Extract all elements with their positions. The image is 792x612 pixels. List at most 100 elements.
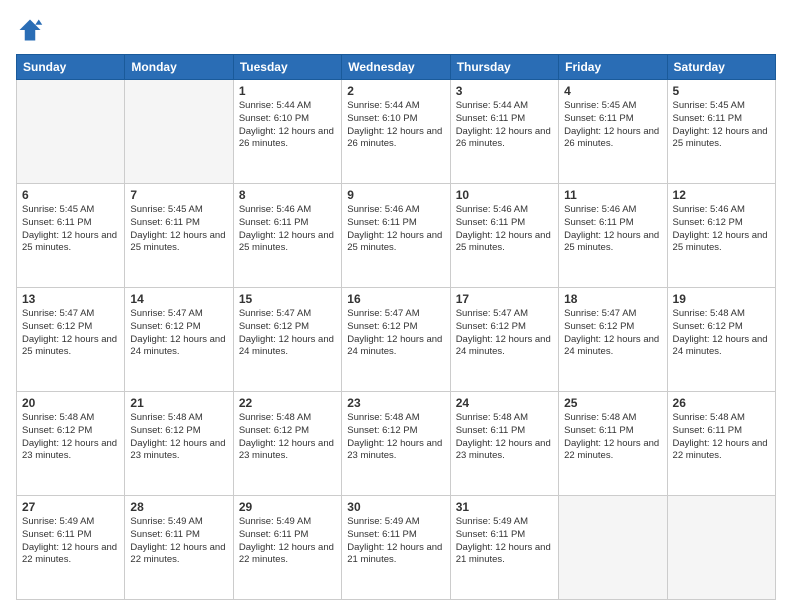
calendar-cell: 2Sunrise: 5:44 AM Sunset: 6:10 PM Daylig… <box>342 80 450 184</box>
calendar-cell: 25 Sunrise: 5:48 AM Sunset: 6:11 PM Dayli… <box>559 392 667 496</box>
day-number: 31 <box>456 500 553 514</box>
day-number: 27 <box>22 500 119 514</box>
day-info: Sunrise: 5:48 AM Sunset: 6:11 PM Dayligh… <box>673 412 770 463</box>
day-number: 28 <box>130 500 227 514</box>
day-info: Sunrise: 5:47 AM Sunset: 6:12 PM Dayligh… <box>456 308 553 359</box>
calendar-week-1: 1 Sunrise: 5:44 AM Sunset: 6:10 PM Daylig… <box>17 80 776 184</box>
day-info: Sunrise: 5:49 AM Sunset: 6:11 PM Dayligh… <box>130 516 227 567</box>
day-number: 30 <box>347 500 444 514</box>
logo <box>16 16 48 44</box>
calendar-header-monday: Monday <box>125 55 233 80</box>
calendar-cell: 9Sunrise: 5:46 AM Sunset: 6:11 PM Daylig… <box>342 184 450 288</box>
day-number: 22 <box>239 396 336 410</box>
day-number: 29 <box>239 500 336 514</box>
day-info: Sunrise: 5:46 AM Sunset: 6:11 PM Dayligh… <box>456 204 553 255</box>
day-info: Sunrise: 5:48 AM Sunset: 6:12 PM Dayligh… <box>347 412 444 463</box>
day-number: 13 <box>22 292 119 306</box>
calendar-cell: 6 Sunrise: 5:45 AM Sunset: 6:11 PM Daylig… <box>17 184 125 288</box>
day-info: Sunrise: 5:48 AM Sunset: 6:12 PM Dayligh… <box>673 308 770 359</box>
calendar-cell: 4 Sunrise: 5:45 AM Sunset: 6:11 PM Daylig… <box>559 80 667 184</box>
day-info: Sunrise: 5:44 AM Sunset: 6:10 PM Dayligh… <box>239 100 336 151</box>
calendar-cell: 12 Sunrise: 5:46 AM Sunset: 6:12 PM Dayli… <box>667 184 775 288</box>
calendar-cell: 29 Sunrise: 5:49 AM Sunset: 6:11 PM Dayli… <box>233 496 341 600</box>
day-info: Sunrise: 5:46 AM Sunset: 6:11 PM Dayligh… <box>564 204 661 255</box>
day-number: 21 <box>130 396 227 410</box>
calendar-cell: 21 Sunrise: 5:48 AM Sunset: 6:12 PM Dayli… <box>125 392 233 496</box>
calendar-cell: 26 Sunrise: 5:48 AM Sunset: 6:11 PM Dayli… <box>667 392 775 496</box>
day-info: Sunrise: 5:47 AM Sunset: 6:12 PM Dayligh… <box>564 308 661 359</box>
day-info: Sunrise: 5:48 AM Sunset: 6:12 PM Dayligh… <box>22 412 119 463</box>
day-info: Sunrise: 5:45 AM Sunset: 6:11 PM Dayligh… <box>130 204 227 255</box>
day-number: 3 <box>456 84 553 98</box>
day-number: 8 <box>239 188 336 202</box>
day-number: 25 <box>564 396 661 410</box>
day-number: 16 <box>347 292 444 306</box>
day-info: Sunrise: 5:44 AM Sunset: 6:11 PM Dayligh… <box>456 100 553 151</box>
day-number: 1 <box>239 84 336 98</box>
day-info: Sunrise: 5:46 AM Sunset: 6:11 PM Dayligh… <box>239 204 336 255</box>
day-info: Sunrise: 5:48 AM Sunset: 6:11 PM Dayligh… <box>456 412 553 463</box>
calendar-cell: 24 Sunrise: 5:48 AM Sunset: 6:11 PM Dayli… <box>450 392 558 496</box>
calendar-cell: 3 Sunrise: 5:44 AM Sunset: 6:11 PM Daylig… <box>450 80 558 184</box>
calendar-cell: 15 Sunrise: 5:47 AM Sunset: 6:12 PM Dayli… <box>233 288 341 392</box>
calendar-cell: 23 Sunrise: 5:48 AM Sunset: 6:12 PM Dayli… <box>342 392 450 496</box>
calendar-cell: 18 Sunrise: 5:47 AM Sunset: 6:12 PM Dayli… <box>559 288 667 392</box>
calendar-cell: 14 Sunrise: 5:47 AM Sunset: 6:12 PM Dayli… <box>125 288 233 392</box>
day-info: Sunrise: 5:45 AM Sunset: 6:11 PM Dayligh… <box>673 100 770 151</box>
calendar-cell <box>125 80 233 184</box>
day-number: 15 <box>239 292 336 306</box>
calendar-cell: 8 Sunrise: 5:46 AM Sunset: 6:11 PM Daylig… <box>233 184 341 288</box>
day-number: 5 <box>673 84 770 98</box>
calendar-cell: 16 Sunrise: 5:47 AM Sunset: 6:12 PM Dayli… <box>342 288 450 392</box>
calendar-cell: 1 Sunrise: 5:44 AM Sunset: 6:10 PM Daylig… <box>233 80 341 184</box>
day-number: 14 <box>130 292 227 306</box>
calendar-week-3: 13 Sunrise: 5:47 AM Sunset: 6:12 PM Dayli… <box>17 288 776 392</box>
day-number: 7 <box>130 188 227 202</box>
day-number: 2 <box>347 84 444 98</box>
day-info: Sunrise: 5:47 AM Sunset: 6:12 PM Dayligh… <box>130 308 227 359</box>
day-info: Sunrise: 5:48 AM Sunset: 6:12 PM Dayligh… <box>130 412 227 463</box>
day-info: Sunrise: 5:47 AM Sunset: 6:12 PM Dayligh… <box>22 308 119 359</box>
day-info: Sunrise: 5:45 AM Sunset: 6:11 PM Dayligh… <box>22 204 119 255</box>
day-number: 12 <box>673 188 770 202</box>
header <box>16 16 776 44</box>
day-info: Sunrise: 5:46 AM Sunset: 6:11 PM Dayligh… <box>347 204 444 255</box>
day-number: 26 <box>673 396 770 410</box>
day-number: 10 <box>456 188 553 202</box>
calendar-cell: 13 Sunrise: 5:47 AM Sunset: 6:12 PM Dayli… <box>17 288 125 392</box>
calendar-cell: 11 Sunrise: 5:46 AM Sunset: 6:11 PM Dayli… <box>559 184 667 288</box>
calendar-week-4: 20Sunrise: 5:48 AM Sunset: 6:12 PM Dayli… <box>17 392 776 496</box>
calendar-cell: 28 Sunrise: 5:49 AM Sunset: 6:11 PM Dayli… <box>125 496 233 600</box>
calendar-cell <box>667 496 775 600</box>
calendar-cell: 5 Sunrise: 5:45 AM Sunset: 6:11 PM Daylig… <box>667 80 775 184</box>
day-info: Sunrise: 5:47 AM Sunset: 6:12 PM Dayligh… <box>239 308 336 359</box>
calendar-header-tuesday: Tuesday <box>233 55 341 80</box>
calendar-cell: 17 Sunrise: 5:47 AM Sunset: 6:12 PM Dayli… <box>450 288 558 392</box>
calendar-header-sunday: Sunday <box>17 55 125 80</box>
calendar-cell <box>17 80 125 184</box>
calendar-cell <box>559 496 667 600</box>
day-number: 23 <box>347 396 444 410</box>
calendar-header-wednesday: Wednesday <box>342 55 450 80</box>
day-info: Sunrise: 5:49 AM Sunset: 6:11 PM Dayligh… <box>456 516 553 567</box>
day-number: 24 <box>456 396 553 410</box>
day-number: 6 <box>22 188 119 202</box>
calendar-cell: 27Sunrise: 5:49 AM Sunset: 6:11 PM Dayli… <box>17 496 125 600</box>
day-info: Sunrise: 5:48 AM Sunset: 6:11 PM Dayligh… <box>564 412 661 463</box>
calendar-header-row: SundayMondayTuesdayWednesdayThursdayFrid… <box>17 55 776 80</box>
day-info: Sunrise: 5:47 AM Sunset: 6:12 PM Dayligh… <box>347 308 444 359</box>
day-info: Sunrise: 5:49 AM Sunset: 6:11 PM Dayligh… <box>239 516 336 567</box>
day-info: Sunrise: 5:46 AM Sunset: 6:12 PM Dayligh… <box>673 204 770 255</box>
day-number: 19 <box>673 292 770 306</box>
calendar-cell: 19 Sunrise: 5:48 AM Sunset: 6:12 PM Dayli… <box>667 288 775 392</box>
day-number: 17 <box>456 292 553 306</box>
calendar-header-thursday: Thursday <box>450 55 558 80</box>
day-number: 18 <box>564 292 661 306</box>
calendar-cell: 31 Sunrise: 5:49 AM Sunset: 6:11 PM Dayli… <box>450 496 558 600</box>
day-info: Sunrise: 5:45 AM Sunset: 6:11 PM Dayligh… <box>564 100 661 151</box>
day-number: 4 <box>564 84 661 98</box>
day-info: Sunrise: 5:48 AM Sunset: 6:12 PM Dayligh… <box>239 412 336 463</box>
day-number: 11 <box>564 188 661 202</box>
calendar-header-saturday: Saturday <box>667 55 775 80</box>
calendar: SundayMondayTuesdayWednesdayThursdayFrid… <box>16 54 776 600</box>
